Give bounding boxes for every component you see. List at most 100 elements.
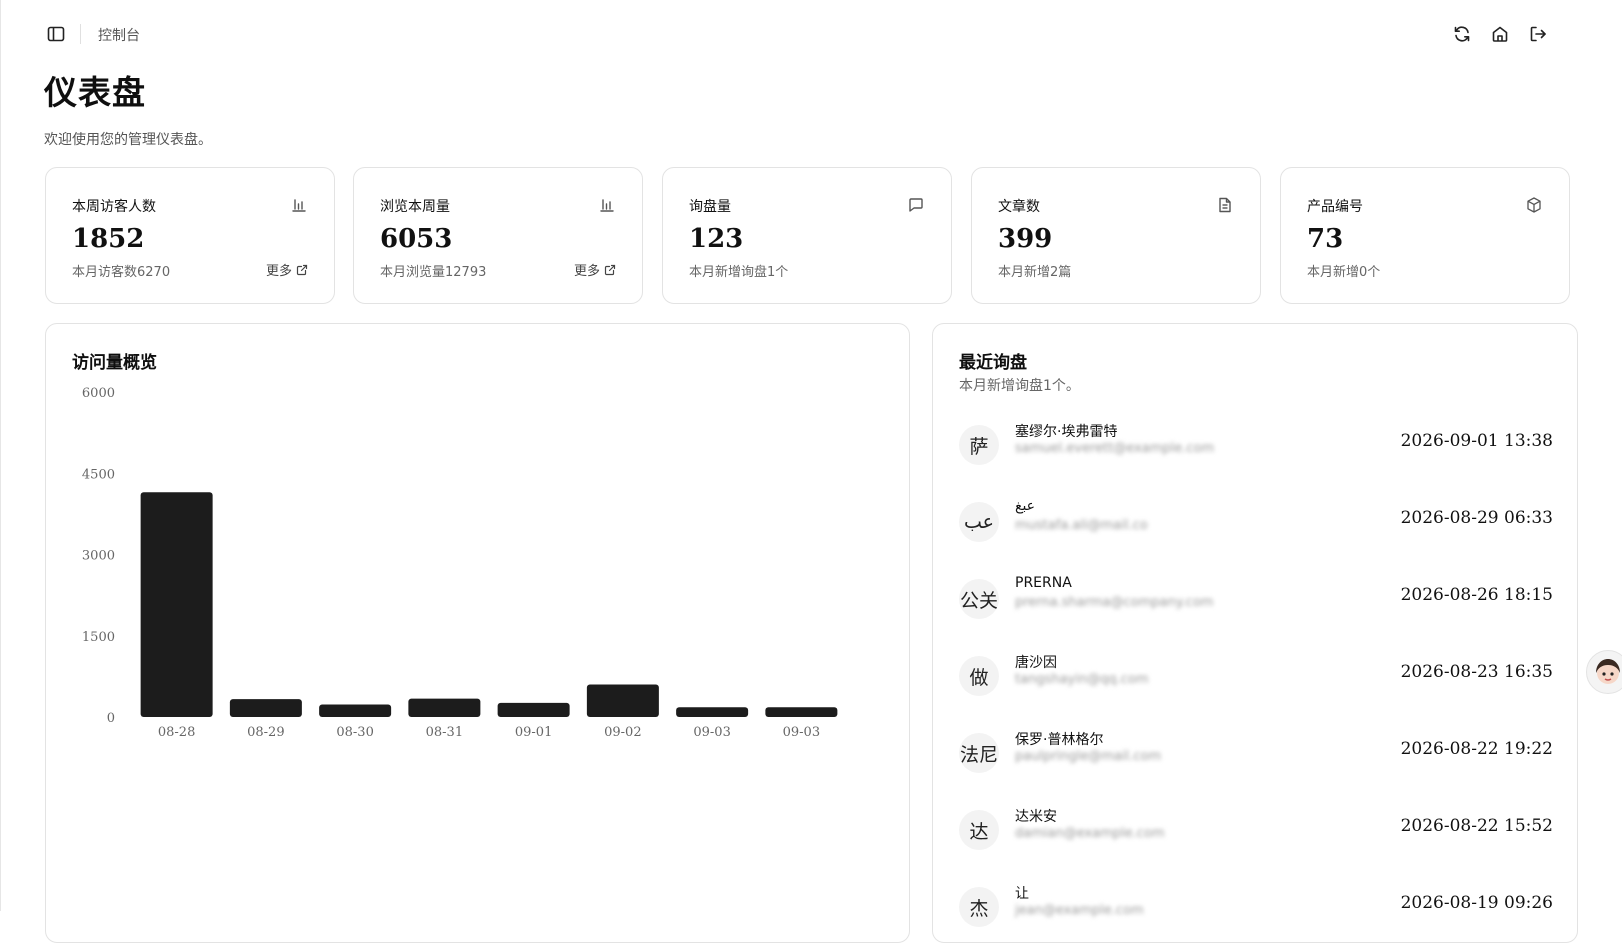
- y-axis-tick-label: 6000: [82, 386, 115, 401]
- bar-09-01[interactable]: [497, 702, 570, 717]
- inquiry-email: mustafa.ali@mail.co: [1015, 518, 1148, 533]
- inquiry-date: 2026-08-26 18:15: [1400, 585, 1553, 605]
- inquiry-name: 让: [1015, 886, 1029, 902]
- x-axis-tick-label: 09-03: [693, 725, 730, 740]
- x-axis-tick-label: 09-02: [604, 725, 641, 740]
- traffic-bar-chart: 0 1500 3000 4500 6000 08-28 08-29 08-30 08-31 09-…: [82, 386, 838, 740]
- traffic-overview-panel: 访问量概览 0 1500 3000 4500 6000 08-28 08-29 08-30 08…: [45, 323, 910, 943]
- inquiry-item[interactable]: 公关 PRERNA prerna.sharma@company.com 2026…: [959, 575, 1553, 639]
- assistant-avatar[interactable]: [1586, 650, 1622, 694]
- logout-icon[interactable]: [1528, 24, 1548, 44]
- stat-value: 6053: [380, 224, 453, 254]
- stat-value: 399: [998, 224, 1053, 254]
- avatar: عب: [959, 502, 999, 542]
- document-icon: [1216, 196, 1234, 214]
- y-axis-tick-label: 1500: [82, 630, 115, 645]
- stat-card-weekly-visitors: 本周访客人数 1852 本月访客数6270 更多: [45, 167, 335, 304]
- avatar: 萨: [959, 425, 999, 465]
- more-label: 更多: [265, 264, 292, 279]
- stat-value: 73: [1307, 224, 1344, 254]
- more-label: 更多: [573, 264, 600, 279]
- stat-card-weekly-views: 浏览本周量 6053 本月浏览量12793 更多: [353, 167, 643, 304]
- inquiry-date: 2026-08-22 19:22: [1400, 739, 1553, 759]
- x-axis-tick-label: 08-29: [247, 725, 284, 740]
- inquiry-date: 2026-08-23 16:35: [1400, 662, 1553, 682]
- inquiry-item[interactable]: 法尼 保罗·普林格尔 paulpringle@mail.com 2026-08-…: [959, 732, 1553, 793]
- x-axis-tick-label: 09-01: [515, 725, 552, 740]
- avatar: 公关: [959, 579, 999, 619]
- inquiry-item[interactable]: 达 达米安 damian@example.com 2026-08-22 15:5…: [959, 809, 1553, 870]
- inquiry-item[interactable]: 萨 塞缪尔·埃弗雷特 samuel.everett@example.com 20…: [959, 424, 1553, 485]
- sidebar-border: [0, 0, 1, 911]
- external-link-icon: [296, 264, 308, 275]
- more-link[interactable]: 更多: [266, 260, 308, 279]
- stat-subtext: 本月新增0个: [1307, 265, 1381, 280]
- x-axis-tick-label: 09-03: [783, 725, 820, 740]
- inquiry-email: paulpringle@mail.com: [1015, 749, 1162, 764]
- y-axis-tick-label: 0: [107, 711, 115, 726]
- inquiry-name: 达米安: [1015, 809, 1057, 825]
- inquiry-email: tangshayin@qq.com: [1015, 672, 1149, 687]
- bar-08-29[interactable]: [229, 699, 302, 717]
- stat-value: 1852: [72, 224, 145, 254]
- y-axis-tick-label: 4500: [82, 467, 115, 482]
- page-subtitle: 欢迎使用您的管理仪表盘。: [44, 132, 212, 148]
- inquiry-item[interactable]: 杰 让 jean@example.com 2026-08-19 09:26: [959, 886, 1553, 947]
- inquiry-name: 塞缪尔·埃弗雷特: [1015, 424, 1118, 440]
- stat-title: 本周访客人数: [72, 199, 156, 215]
- x-axis-tick-label: 08-31: [426, 725, 463, 740]
- inquiry-item[interactable]: 做 唐沙因 tangshayin@qq.com 2026-08-23 16:35: [959, 655, 1553, 716]
- stat-card-articles: 文章数 399 本月新增2篇: [971, 167, 1261, 304]
- bar-08-30[interactable]: [319, 704, 392, 717]
- avatar: 达: [959, 810, 999, 850]
- bar-08-28[interactable]: [140, 492, 213, 717]
- home-icon[interactable]: [1490, 24, 1510, 44]
- avatar: 杰: [959, 887, 999, 927]
- stat-card-inquiries: 询盘量 123 本月新增询盘1个: [662, 167, 952, 304]
- stat-subtext: 本月新增2篇: [998, 265, 1072, 280]
- refresh-icon[interactable]: [1452, 24, 1472, 44]
- page-title: 仪表盘: [44, 73, 146, 112]
- inquiry-name: 保罗·普林格尔: [1015, 732, 1104, 748]
- stat-subtext: 本月新增询盘1个: [689, 265, 789, 280]
- inquiry-email: samuel.everett@example.com: [1015, 441, 1215, 456]
- stat-card-products: 产品编号 73 本月新增0个: [1280, 167, 1570, 304]
- message-icon: [907, 196, 925, 214]
- bar-09-02[interactable]: [586, 684, 659, 718]
- sidebar-toggle-icon[interactable]: [46, 24, 66, 44]
- top-bar: 控制台: [0, 0, 1622, 70]
- inquiry-item[interactable]: عب عبغ mustafa.ali@mail.co 2026-08-29 06…: [959, 498, 1553, 562]
- bar-chart-icon: [290, 196, 308, 214]
- inquiry-date: 2026-08-22 15:52: [1400, 816, 1553, 836]
- bar-08-31[interactable]: [408, 698, 481, 717]
- stat-title: 浏览本周量: [380, 199, 450, 215]
- x-axis-tick-label: 08-28: [158, 725, 195, 740]
- inquiries-panel-title: 最近询盘: [959, 353, 1027, 373]
- x-axis-tick-label: 08-30: [336, 725, 373, 740]
- avatar: 做: [959, 656, 999, 696]
- inquiries-panel-subtitle: 本月新增询盘1个。: [959, 378, 1080, 394]
- inquiry-email: damian@example.com: [1015, 826, 1165, 841]
- y-axis-tick-label: 3000: [82, 549, 115, 564]
- stat-value: 123: [689, 224, 744, 254]
- inquiry-date: 2026-08-29 06:33: [1400, 508, 1553, 528]
- stat-subtext: 本月浏览量12793: [380, 265, 487, 280]
- inquiry-date: 2026-09-01 13:38: [1400, 431, 1553, 451]
- avatar: 法尼: [959, 733, 999, 773]
- bar-09-03[interactable]: [676, 707, 749, 717]
- recent-inquiries-panel: 最近询盘 本月新增询盘1个。 萨 塞缪尔·埃弗雷特 samuel.everett…: [932, 323, 1578, 943]
- inquiry-date: 2026-08-19 09:26: [1400, 893, 1553, 913]
- breadcrumb[interactable]: 控制台: [98, 25, 140, 45]
- external-link-icon: [604, 264, 616, 275]
- bar-chart-icon: [598, 196, 616, 214]
- bar-09-03[interactable]: [765, 707, 838, 717]
- cube-icon: [1525, 196, 1543, 214]
- inquiry-name: 唐沙因: [1015, 655, 1057, 671]
- stat-subtext: 本月访客数6270: [72, 265, 171, 280]
- inquiry-name: PRERNA: [1015, 575, 1072, 591]
- breadcrumb-separator: [80, 24, 81, 44]
- more-link[interactable]: 更多: [574, 260, 616, 279]
- stat-title: 询盘量: [689, 199, 731, 215]
- assistant-face-icon: [1596, 659, 1620, 684]
- stat-title: 文章数: [998, 199, 1040, 215]
